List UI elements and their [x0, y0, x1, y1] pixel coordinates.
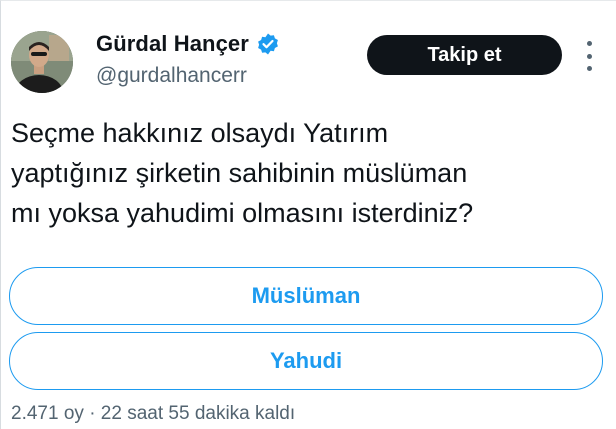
author-display-name[interactable]: Gürdal Hançer [96, 31, 249, 57]
tweet-text-line: yaptığınız şirketin sahibinin müslüman [11, 158, 468, 188]
verified-badge-icon [256, 32, 280, 56]
tweet-text: Seçme hakkınız olsaydı Yatırım yaptığını… [11, 113, 601, 233]
poll-meta: 2.471 oy · 22 saat 55 dakika kaldı [11, 403, 295, 425]
tweet-card: Gürdal Hançer @gurdalhancerr Takip et Se… [0, 0, 616, 429]
poll-option-muslim[interactable]: Müslüman [9, 267, 603, 325]
tweet-text-line: Seçme hakkınız olsaydı Yatırım [11, 118, 389, 148]
poll-option-jewish[interactable]: Yahudi [9, 332, 603, 390]
more-dot [586, 41, 592, 46]
avatar-image [11, 31, 73, 93]
avatar[interactable] [11, 31, 73, 93]
author-handle[interactable]: @gurdalhancerr [96, 64, 247, 88]
poll-time-left: 22 saat 55 dakika kaldı [100, 403, 296, 424]
more-options-icon[interactable] [583, 41, 595, 71]
follow-button[interactable]: Takip et [367, 35, 562, 75]
author-name-row: Gürdal Hançer [96, 30, 280, 58]
poll-vote-count: 2.471 oy [11, 403, 84, 424]
poll-option-label: Yahudi [269, 348, 343, 373]
tweet-text-line: mı yoksa yahudimi olmasını isterdiniz? [11, 198, 474, 228]
more-dot [586, 53, 592, 59]
more-dot [586, 66, 592, 71]
poll-option-label: Müslüman [251, 283, 361, 308]
poll-separator: · [89, 403, 96, 424]
